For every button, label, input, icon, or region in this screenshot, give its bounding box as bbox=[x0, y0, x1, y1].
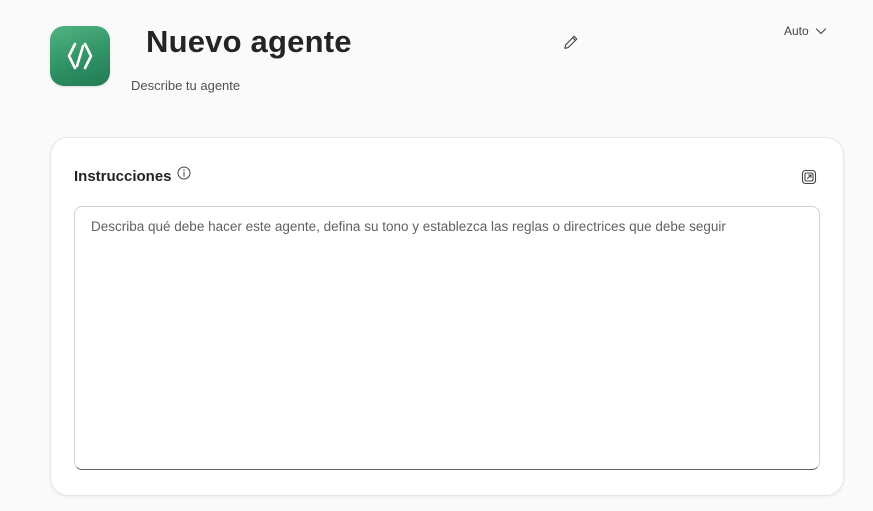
info-icon[interactable] bbox=[177, 166, 191, 180]
mode-dropdown-value: Auto bbox=[784, 24, 809, 38]
expand-icon bbox=[801, 169, 817, 185]
agent-name: Nuevo agente bbox=[146, 24, 352, 59]
instructions-title: Instrucciones bbox=[74, 168, 172, 185]
instructions-card: Instrucciones bbox=[50, 137, 844, 496]
chevron-down-icon bbox=[815, 28, 826, 35]
agent-description[interactable]: Describe tu agente bbox=[131, 78, 240, 93]
instructions-textarea[interactable] bbox=[74, 206, 820, 470]
edit-name-button[interactable] bbox=[561, 32, 581, 52]
code-brackets-icon bbox=[67, 42, 93, 70]
agent-logo bbox=[50, 26, 110, 86]
expand-button[interactable] bbox=[800, 168, 818, 186]
instructions-header: Instrucciones bbox=[74, 166, 191, 185]
mode-dropdown[interactable]: Auto bbox=[780, 22, 831, 40]
pencil-icon bbox=[564, 35, 578, 49]
